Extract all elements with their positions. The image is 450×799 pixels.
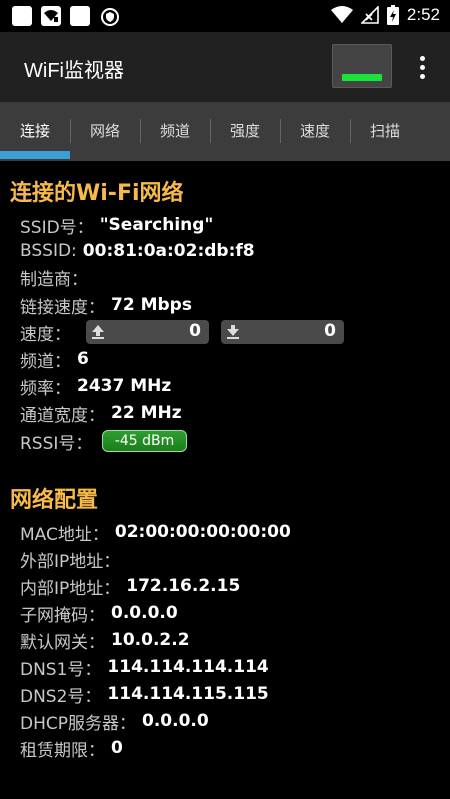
app-notification-icon (12, 6, 32, 26)
app-title: WiFi监视器 (24, 60, 124, 82)
lease-value: 0 (111, 738, 123, 758)
gateway-value: 10.0.2.2 (111, 630, 190, 650)
dns1-label: DNS1号 (20, 659, 85, 680)
ssid-value: "Searching" (99, 215, 214, 235)
clock: 2:52 (406, 5, 440, 24)
upload-icon (92, 325, 104, 339)
upload-speed-value: 0 (189, 321, 201, 341)
upload-speed-box: 0 (86, 320, 209, 344)
link-speed-value: 72 Mbps (111, 295, 192, 315)
tab-speed[interactable]: 速度 (280, 102, 350, 159)
lease-row: 租赁期限 ： 0 (20, 736, 123, 761)
wifi-notification-icon (41, 6, 61, 26)
app-bar: WiFi监视器 (0, 32, 450, 102)
app-notification-icon-2 (70, 6, 90, 26)
shield-icon (99, 6, 119, 26)
ssid-row: SSID号 ： "Searching" (20, 213, 214, 238)
download-speed-box: 0 (221, 320, 344, 344)
tab-network[interactable]: 网络 (70, 102, 140, 159)
section-title-network: 网络配置 (10, 488, 99, 513)
wifi-signal-icon (330, 6, 353, 23)
lease-label: 租赁期限 (20, 740, 88, 761)
bssid-label: BSSID: (20, 241, 77, 261)
channel-value: 6 (77, 349, 89, 369)
subnet-value: 0.0.0.0 (111, 603, 178, 623)
speed-label: 速度 (20, 324, 54, 345)
internal-ip-value: 172.16.2.15 (126, 576, 241, 596)
bssid-row: BSSID: 00:81:0a:02:db:f8 (20, 239, 255, 263)
gateway-label: 默认网关 (20, 632, 88, 653)
channel-width-value: 22 MHz (111, 403, 182, 423)
dns2-label: DNS2号 (20, 686, 85, 707)
dns1-value: 114.114.114.114 (107, 657, 269, 677)
system-status-icons: 2:52 (330, 5, 440, 25)
more-options-icon[interactable] (410, 52, 434, 82)
active-tab-indicator (0, 151, 70, 159)
channel-row: 频道 ： 6 (20, 347, 89, 372)
download-speed-value: 0 (324, 321, 336, 341)
tab-strength[interactable]: 强度 (210, 102, 280, 159)
signal-level-bar (342, 74, 382, 81)
cellular-signal-icon (360, 6, 379, 24)
ssid-label: SSID号 (20, 217, 77, 238)
dhcp-value: 0.0.0.0 (142, 711, 209, 731)
dns1-row: DNS1号 ： 114.114.114.114 (20, 655, 269, 680)
manufacturer-label: 制造商 (20, 269, 71, 290)
gateway-row: 默认网关 ： 10.0.2.2 (20, 628, 190, 653)
rssi-row: RSSI号 ： (20, 429, 98, 454)
dns2-row: DNS2号 ： 114.114.115.115 (20, 682, 269, 707)
download-icon (227, 325, 239, 339)
rssi-badge: -45 dBm (102, 430, 187, 452)
link-speed-row: 链接速度 ： 72 Mbps (20, 293, 192, 318)
frequency-label: 频率 (20, 378, 54, 399)
mac-row: MAC地址 ： 02:00:00:00:00:00 (20, 520, 291, 545)
tab-scan[interactable]: 扫描 (350, 102, 420, 159)
notification-icons (12, 6, 119, 26)
battery-charging-icon (386, 5, 399, 25)
dns2-value: 114.114.115.115 (107, 684, 269, 704)
tab-channel[interactable]: 频道 (140, 102, 210, 159)
signal-indicator-button[interactable] (332, 44, 392, 88)
section-title-connection: 连接的Wi-Fi网络 (10, 181, 184, 206)
status-bar: 2:52 (0, 0, 450, 32)
channel-label: 频道 (20, 351, 54, 372)
mac-label: MAC地址 (20, 524, 92, 545)
dhcp-label: DHCP服务器 (20, 713, 119, 734)
internal-ip-row: 内部IP地址 ： 172.16.2.15 (20, 574, 241, 599)
channel-width-label: 通道宽度 (20, 405, 88, 426)
link-speed-label: 链接速度 (20, 297, 88, 318)
subnet-row: 子网掩码 ： 0.0.0.0 (20, 601, 178, 626)
external-ip-label: 外部IP地址 (20, 551, 104, 572)
channel-width-row: 通道宽度 ： 22 MHz (20, 401, 182, 426)
frequency-row: 频率 ： 2437 MHz (20, 374, 172, 399)
rssi-label: RSSI号 (20, 433, 76, 454)
subnet-label: 子网掩码 (20, 605, 88, 626)
speed-row: 速度 ： (20, 320, 77, 345)
external-ip-row: 外部IP地址 ： (20, 547, 126, 572)
manufacturer-row: 制造商 ： (20, 265, 94, 290)
frequency-value: 2437 MHz (77, 376, 172, 396)
mac-value: 02:00:00:00:00:00 (114, 522, 291, 542)
dhcp-row: DHCP服务器 ： 0.0.0.0 (20, 709, 209, 734)
internal-ip-label: 内部IP地址 (20, 578, 104, 599)
bssid-value: 00:81:0a:02:db:f8 (82, 241, 255, 261)
